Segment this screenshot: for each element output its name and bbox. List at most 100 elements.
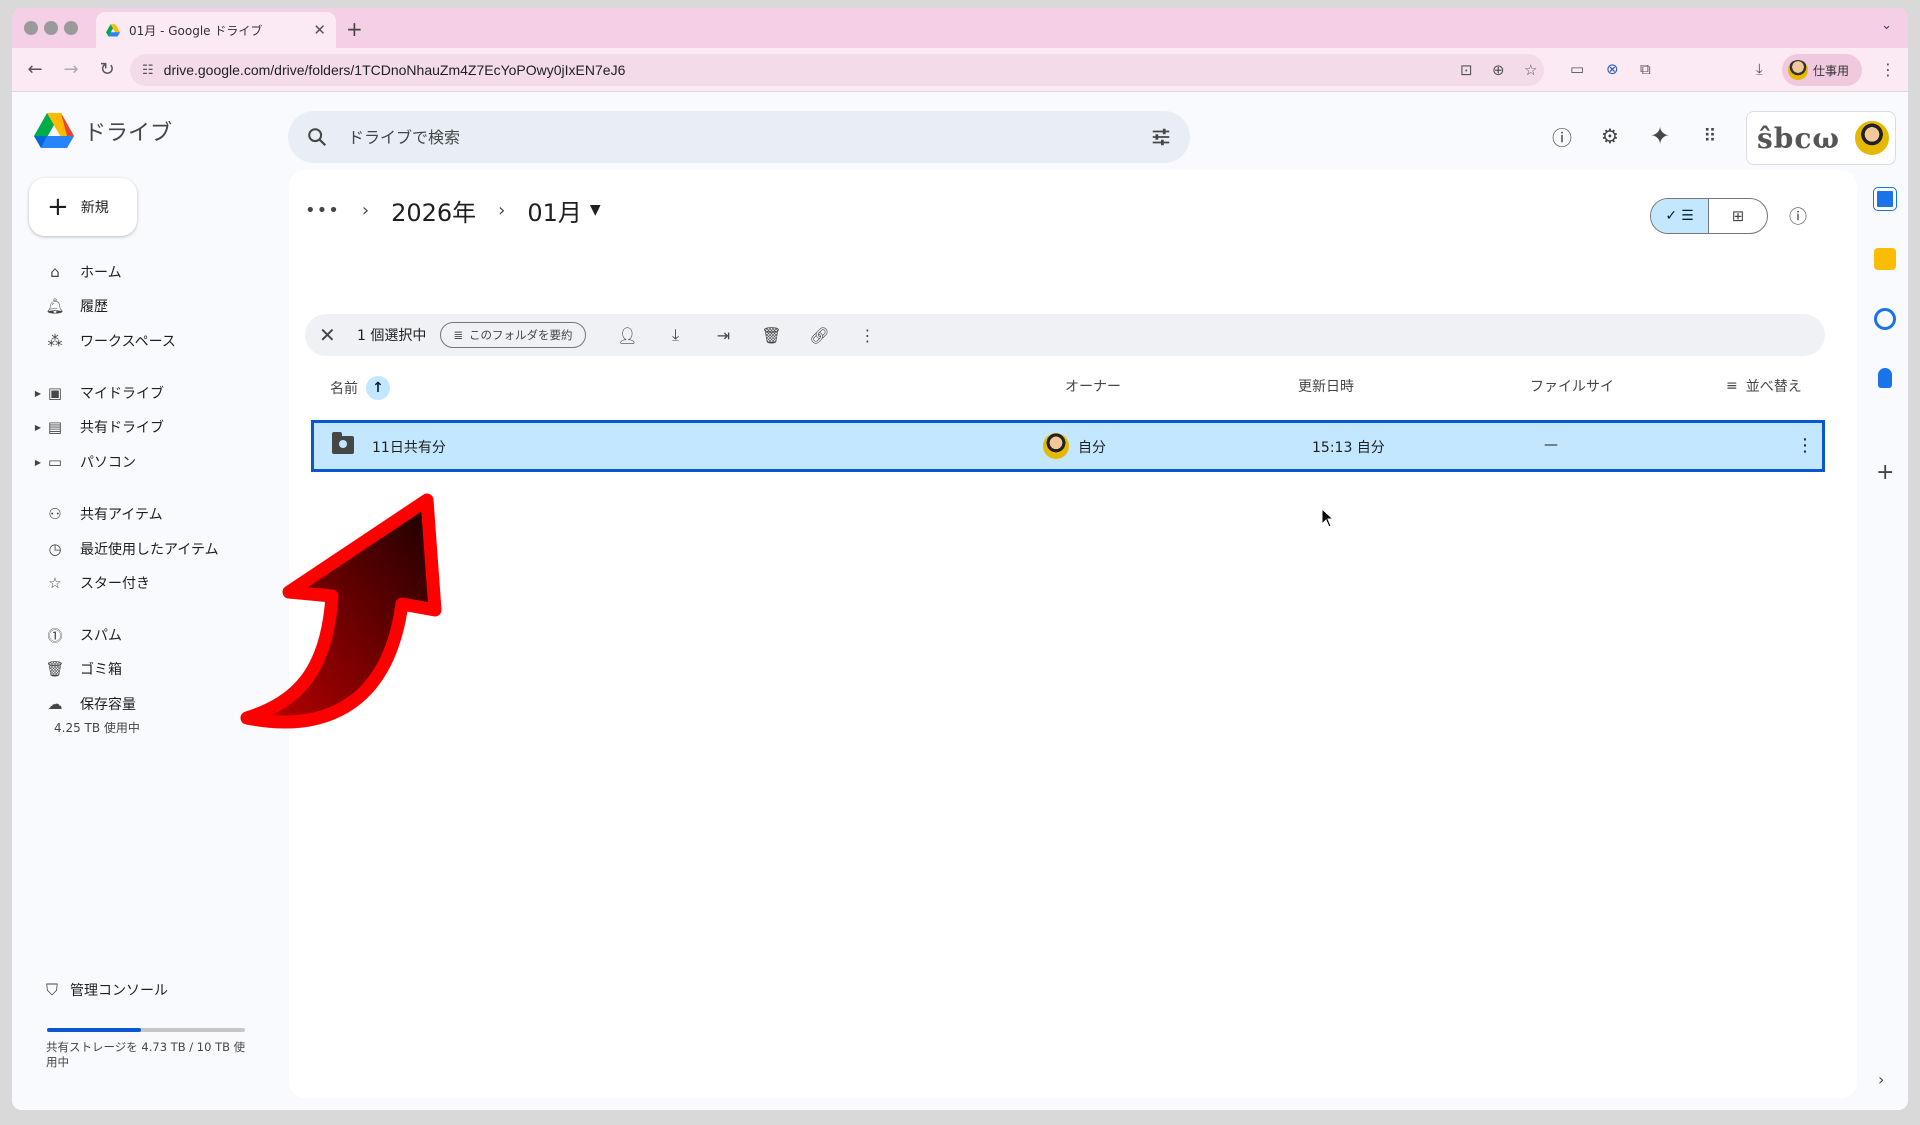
- browser-toolbar: ← → ↻ ☷ drive.google.com/drive/folders/1…: [12, 48, 1908, 92]
- sidebar-item-label: 最近使用したアイテム: [80, 542, 219, 558]
- expand-caret-icon[interactable]: ▶: [32, 389, 44, 398]
- share-person-icon[interactable]: 👤︎: [604, 326, 652, 345]
- profile-chip[interactable]: 仕事用: [1782, 54, 1862, 86]
- column-owner-label: オーナー: [1065, 379, 1121, 395]
- summarize-label: このフォルダを要約: [469, 328, 573, 342]
- bookmark-star-icon[interactable]: ☆: [1524, 61, 1537, 79]
- sidebar-item-shared-drives[interactable]: ▶ ▤ 共有ドライブ: [32, 411, 164, 443]
- install-app-icon[interactable]: ⊡: [1460, 61, 1473, 79]
- sidebar-item-label: ホーム: [80, 265, 122, 281]
- sidebar-item-my-drive[interactable]: ▶ ▣ マイドライブ: [32, 377, 164, 409]
- forward-icon[interactable]: →: [58, 56, 84, 82]
- apps-grid-icon[interactable]: ⠿: [1696, 122, 1724, 150]
- download-icon[interactable]: ⤓: [652, 325, 700, 345]
- more-actions-icon[interactable]: ⋮: [844, 326, 892, 345]
- column-header-owner[interactable]: オーナー: [1065, 376, 1121, 396]
- address-bar[interactable]: ☷ drive.google.com/drive/folders/1TCDnoN…: [130, 54, 1544, 86]
- browser-window: 01月 - Google ドライブ ✕ + ⌄ ← → ↻ ☷ drive.go…: [12, 8, 1908, 1110]
- tab-search-chevron-icon[interactable]: ⌄: [1881, 18, 1892, 33]
- settings-gear-icon[interactable]: ⚙: [1596, 122, 1624, 150]
- extension-1-icon[interactable]: ▭: [1570, 60, 1584, 78]
- breadcrumb-current[interactable]: 01月: [527, 193, 582, 228]
- sidebar-item-history[interactable]: 🔔︎ 履歴: [32, 290, 108, 322]
- row-more-actions-icon[interactable]: ⋮: [1796, 435, 1814, 456]
- sidebar-item-label: マイドライブ: [80, 386, 164, 402]
- sidebar-item-shared-with-me[interactable]: ⚇ 共有アイテム: [32, 498, 162, 530]
- row-name: 11日共有分: [372, 440, 446, 456]
- sidebar-item-workspace[interactable]: ⁂ ワークスペース: [32, 325, 176, 357]
- list-icon: ☰: [1681, 208, 1694, 224]
- sidebar-item-spam[interactable]: ⓵ スパム: [32, 619, 122, 651]
- sort-options-button[interactable]: ≡ 並べ替え: [1726, 376, 1802, 396]
- drive-favicon-icon: [106, 23, 120, 36]
- browser-menu-icon[interactable]: ⋮: [1880, 60, 1896, 79]
- search-icon[interactable]: [306, 126, 328, 148]
- breadcrumb-more-button[interactable]: •••: [305, 200, 340, 221]
- maximize-window-button[interactable]: [64, 21, 78, 35]
- tab-close-icon[interactable]: ✕: [313, 21, 326, 39]
- extensions-puzzle-icon[interactable]: ⧉: [1640, 60, 1651, 78]
- minimize-window-button[interactable]: [44, 21, 58, 35]
- new-button[interactable]: + 新規: [29, 178, 137, 236]
- reload-icon[interactable]: ↻: [94, 56, 120, 82]
- expand-caret-icon[interactable]: ▶: [32, 423, 44, 432]
- grid-icon: ⊞: [1731, 207, 1745, 225]
- gemini-sparkle-icon[interactable]: ✦: [1646, 122, 1674, 150]
- search-bar[interactable]: [288, 111, 1190, 163]
- owner-avatar: [1043, 433, 1069, 459]
- extension-2-icon[interactable]: ⊗: [1606, 60, 1619, 78]
- back-icon[interactable]: ←: [22, 56, 48, 82]
- search-input[interactable]: [348, 127, 1130, 147]
- summarize-folder-button[interactable]: ≣ このフォルダを要約: [440, 322, 586, 348]
- selection-count: 1 個選択中: [357, 328, 427, 344]
- search-options-icon[interactable]: [1150, 126, 1172, 148]
- details-info-icon[interactable]: ⓘ: [1789, 203, 1807, 229]
- sort-icon: ≡: [1726, 378, 1738, 394]
- grid-view-button[interactable]: ⊞: [1709, 199, 1767, 233]
- add-addon-icon[interactable]: +: [1876, 460, 1894, 485]
- tasks-icon[interactable]: [1874, 308, 1896, 330]
- sort-ascending-icon[interactable]: ↑: [366, 376, 390, 400]
- help-icon[interactable]: ⓘ: [1548, 122, 1576, 150]
- sidebar-item-computers[interactable]: ▶ ▭ パソコン: [32, 446, 136, 478]
- trash-icon[interactable]: 🗑︎: [748, 326, 796, 345]
- new-button-label: 新規: [80, 200, 109, 216]
- list-view-button[interactable]: ✓ ☰: [1651, 199, 1709, 233]
- column-size-label: ファイルサイ: [1530, 379, 1614, 395]
- show-side-panel-icon[interactable]: ›: [1878, 1070, 1884, 1089]
- close-window-button[interactable]: [24, 21, 38, 35]
- column-modified-label: 更新日時: [1298, 379, 1354, 395]
- admin-shield-icon: ⛉: [46, 980, 59, 999]
- check-icon: ✓: [1665, 208, 1678, 224]
- sidebar-item-storage[interactable]: ☁ 保存容量: [32, 688, 137, 720]
- new-tab-icon[interactable]: +: [346, 17, 363, 41]
- sidebar-item-trash[interactable]: 🗑︎ ゴミ箱: [32, 653, 122, 685]
- column-header-modified[interactable]: 更新日時: [1298, 376, 1354, 396]
- bell-icon: 🔔︎: [45, 297, 65, 315]
- folder-dropdown-icon[interactable]: ▼: [590, 202, 601, 218]
- sidebar-item-recent[interactable]: ◷ 最近使用したアイテム: [32, 533, 219, 565]
- admin-console-link[interactable]: ⛉ 管理コンソール: [46, 980, 168, 1000]
- row-owner: 自分: [1078, 440, 1106, 456]
- column-header-size[interactable]: ファイルサイ: [1530, 376, 1614, 396]
- sidebar-item-home[interactable]: ⌂ ホーム: [32, 256, 122, 288]
- column-header-name[interactable]: 名前 ↑: [330, 376, 390, 400]
- move-to-folder-icon[interactable]: ⇥: [700, 326, 748, 345]
- breadcrumb-parent[interactable]: 2026年: [391, 193, 476, 228]
- copy-link-icon[interactable]: 🔗︎: [796, 326, 844, 345]
- zoom-icon[interactable]: ⊕: [1492, 61, 1505, 79]
- expand-caret-icon[interactable]: ▶: [32, 458, 44, 467]
- sidebar-item-starred[interactable]: ☆ スター付き: [32, 567, 150, 599]
- home-icon: ⌂: [50, 263, 60, 281]
- keep-icon[interactable]: [1874, 248, 1896, 270]
- site-info-icon[interactable]: ☷: [142, 63, 154, 78]
- download-icon[interactable]: ⤓: [1756, 60, 1763, 78]
- contacts-icon[interactable]: [1878, 368, 1892, 388]
- drive-logo[interactable]: ドライブ: [34, 113, 172, 149]
- chevron-right-icon: ›: [498, 199, 506, 221]
- browser-tab[interactable]: 01月 - Google ドライブ ✕: [96, 12, 336, 48]
- clear-selection-icon[interactable]: ✕: [319, 323, 345, 347]
- table-row[interactable]: 11日共有分 自分 15:13 自分 — ⋮: [311, 420, 1825, 472]
- calendar-icon[interactable]: [1873, 187, 1897, 211]
- shared-storage-progress-fill: [47, 1028, 141, 1032]
